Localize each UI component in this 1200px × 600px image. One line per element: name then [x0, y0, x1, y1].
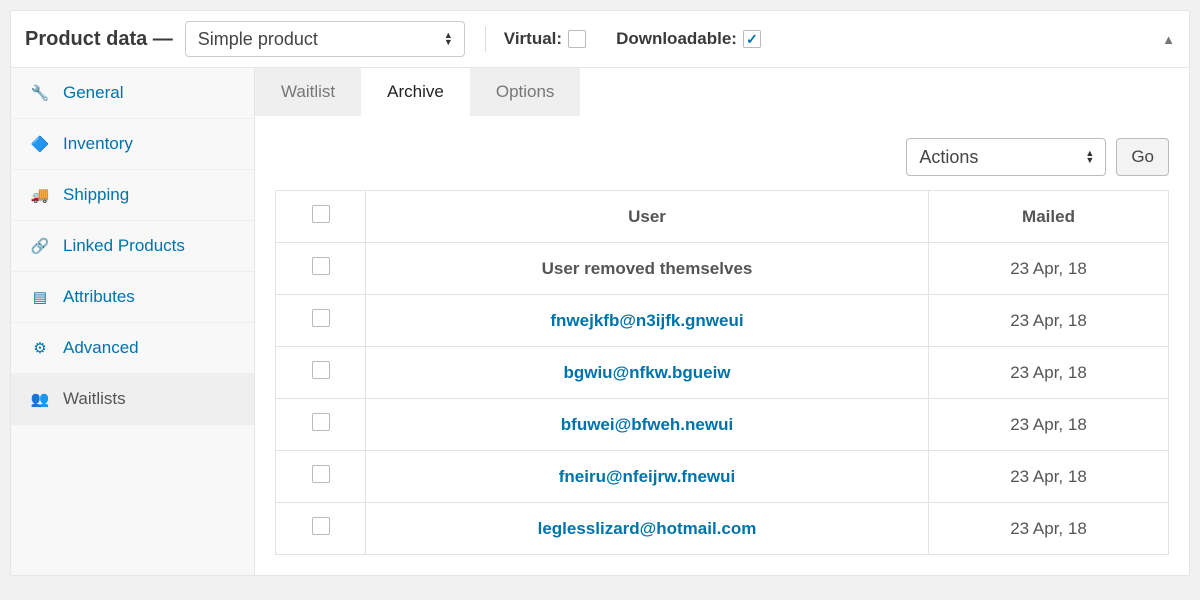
product-data-panel: Product data — Simple product ▲▼ Virtual… — [10, 10, 1190, 576]
toolbar: Actions ▲▼ Go — [255, 116, 1189, 190]
content-area: WaitlistArchiveOptions Actions ▲▼ Go — [255, 68, 1189, 575]
tag-icon: 🔷 — [29, 135, 51, 153]
row-checkbox-cell — [276, 399, 366, 451]
panel-header: Product data — Simple product ▲▼ Virtual… — [11, 11, 1189, 68]
row-checkbox[interactable] — [312, 361, 330, 379]
downloadable-label: Downloadable: — [616, 29, 737, 49]
panel-body: 🔧 General 🔷 Inventory 🚚 Shipping 🔗 Linked Produ… — [11, 68, 1189, 575]
user-cell: fneiru@nfeijrw.fnewui — [366, 451, 929, 503]
user-cell: fnwejkfb@n3ijfk.gnweui — [366, 295, 929, 347]
user-link[interactable]: bfuwei@bfweh.newui — [561, 415, 733, 434]
sidebar-item-label: Shipping — [63, 185, 129, 205]
panel-title: Product data — — [25, 28, 173, 51]
row-checkbox-cell — [276, 243, 366, 295]
virtual-label: Virtual: — [504, 29, 562, 49]
user-text: User removed themselves — [542, 259, 753, 278]
table-row: fneiru@nfeijrw.fnewui 23 Apr, 18 — [276, 451, 1169, 503]
table-row: bgwiu@nfkw.bgueiw 23 Apr, 18 — [276, 347, 1169, 399]
row-checkbox[interactable] — [312, 465, 330, 483]
tab-options[interactable]: Options — [470, 68, 581, 116]
mailed-cell: 23 Apr, 18 — [929, 503, 1169, 555]
sidebar-item-label: General — [63, 83, 123, 103]
select-all-checkbox[interactable] — [312, 205, 330, 223]
collapse-icon[interactable]: ▲ — [1162, 32, 1175, 47]
users-icon: 👥 — [29, 390, 51, 408]
tab-bar: WaitlistArchiveOptions — [255, 68, 1189, 116]
row-checkbox-cell — [276, 347, 366, 399]
mailed-cell: 23 Apr, 18 — [929, 451, 1169, 503]
list-icon: ▤ — [29, 288, 51, 306]
divider — [485, 26, 486, 52]
row-checkbox-cell — [276, 451, 366, 503]
virtual-checkbox[interactable] — [568, 30, 586, 48]
actions-select[interactable]: Actions — [906, 138, 1106, 176]
user-link[interactable]: fneiru@nfeijrw.fnewui — [559, 467, 736, 486]
sidebar-item-advanced[interactable]: ⚙ Advanced — [11, 323, 254, 374]
mailed-cell: 23 Apr, 18 — [929, 243, 1169, 295]
sidebar-item-label: Inventory — [63, 134, 133, 154]
user-link[interactable]: fnwejkfb@n3ijfk.gnweui — [550, 311, 743, 330]
header-mailed: Mailed — [929, 191, 1169, 243]
sidebar-item-general[interactable]: 🔧 General — [11, 68, 254, 119]
user-link[interactable]: leglesslizard@hotmail.com — [538, 519, 757, 538]
sidebar-item-linked-products[interactable]: 🔗 Linked Products — [11, 221, 254, 272]
user-link[interactable]: bgwiu@nfkw.bgueiw — [563, 363, 730, 382]
virtual-toggle[interactable]: Virtual: — [504, 29, 592, 49]
row-checkbox[interactable] — [312, 309, 330, 327]
table-row: bfuwei@bfweh.newui 23 Apr, 18 — [276, 399, 1169, 451]
sidebar-item-attributes[interactable]: ▤ Attributes — [11, 272, 254, 323]
downloadable-checkbox[interactable] — [743, 30, 761, 48]
sidebar: 🔧 General 🔷 Inventory 🚚 Shipping 🔗 Linked Produ… — [11, 68, 255, 575]
mailed-cell: 23 Apr, 18 — [929, 399, 1169, 451]
user-cell: leglesslizard@hotmail.com — [366, 503, 929, 555]
truck-icon: 🚚 — [29, 186, 51, 204]
user-cell: bfuwei@bfweh.newui — [366, 399, 929, 451]
tab-waitlist[interactable]: Waitlist — [255, 68, 361, 116]
row-checkbox[interactable] — [312, 517, 330, 535]
sidebar-item-label: Attributes — [63, 287, 135, 307]
actions-select-wrap: Actions ▲▼ — [906, 138, 1106, 176]
link-icon: 🔗 — [29, 237, 51, 255]
row-checkbox[interactable] — [312, 413, 330, 431]
mailed-cell: 23 Apr, 18 — [929, 347, 1169, 399]
row-checkbox-cell — [276, 503, 366, 555]
row-checkbox-cell — [276, 295, 366, 347]
archive-table: User Mailed User removed themselves 23 Ap… — [275, 190, 1169, 555]
tab-archive[interactable]: Archive — [361, 68, 470, 116]
wrench-icon: 🔧 — [29, 84, 51, 102]
sidebar-item-inventory[interactable]: 🔷 Inventory — [11, 119, 254, 170]
downloadable-toggle[interactable]: Downloadable: — [616, 29, 767, 49]
user-cell: bgwiu@nfkw.bgueiw — [366, 347, 929, 399]
row-checkbox[interactable] — [312, 257, 330, 275]
table-header-row: User Mailed — [276, 191, 1169, 243]
table-wrap: User Mailed User removed themselves 23 Ap… — [255, 190, 1189, 575]
header-checkbox-cell — [276, 191, 366, 243]
table-row: leglesslizard@hotmail.com 23 Apr, 18 — [276, 503, 1169, 555]
table-row: User removed themselves 23 Apr, 18 — [276, 243, 1169, 295]
sidebar-item-label: Waitlists — [63, 389, 126, 409]
product-type-select[interactable]: Simple product — [185, 21, 465, 57]
gear-icon: ⚙ — [29, 339, 51, 357]
header-user: User — [366, 191, 929, 243]
go-button[interactable]: Go — [1116, 138, 1169, 176]
sidebar-item-label: Advanced — [63, 338, 139, 358]
mailed-cell: 23 Apr, 18 — [929, 295, 1169, 347]
sidebar-item-shipping[interactable]: 🚚 Shipping — [11, 170, 254, 221]
table-row: fnwejkfb@n3ijfk.gnweui 23 Apr, 18 — [276, 295, 1169, 347]
user-cell: User removed themselves — [366, 243, 929, 295]
sidebar-item-waitlists[interactable]: 👥 Waitlists — [11, 374, 254, 425]
product-type-select-wrap: Simple product ▲▼ — [185, 21, 465, 57]
sidebar-item-label: Linked Products — [63, 236, 185, 256]
